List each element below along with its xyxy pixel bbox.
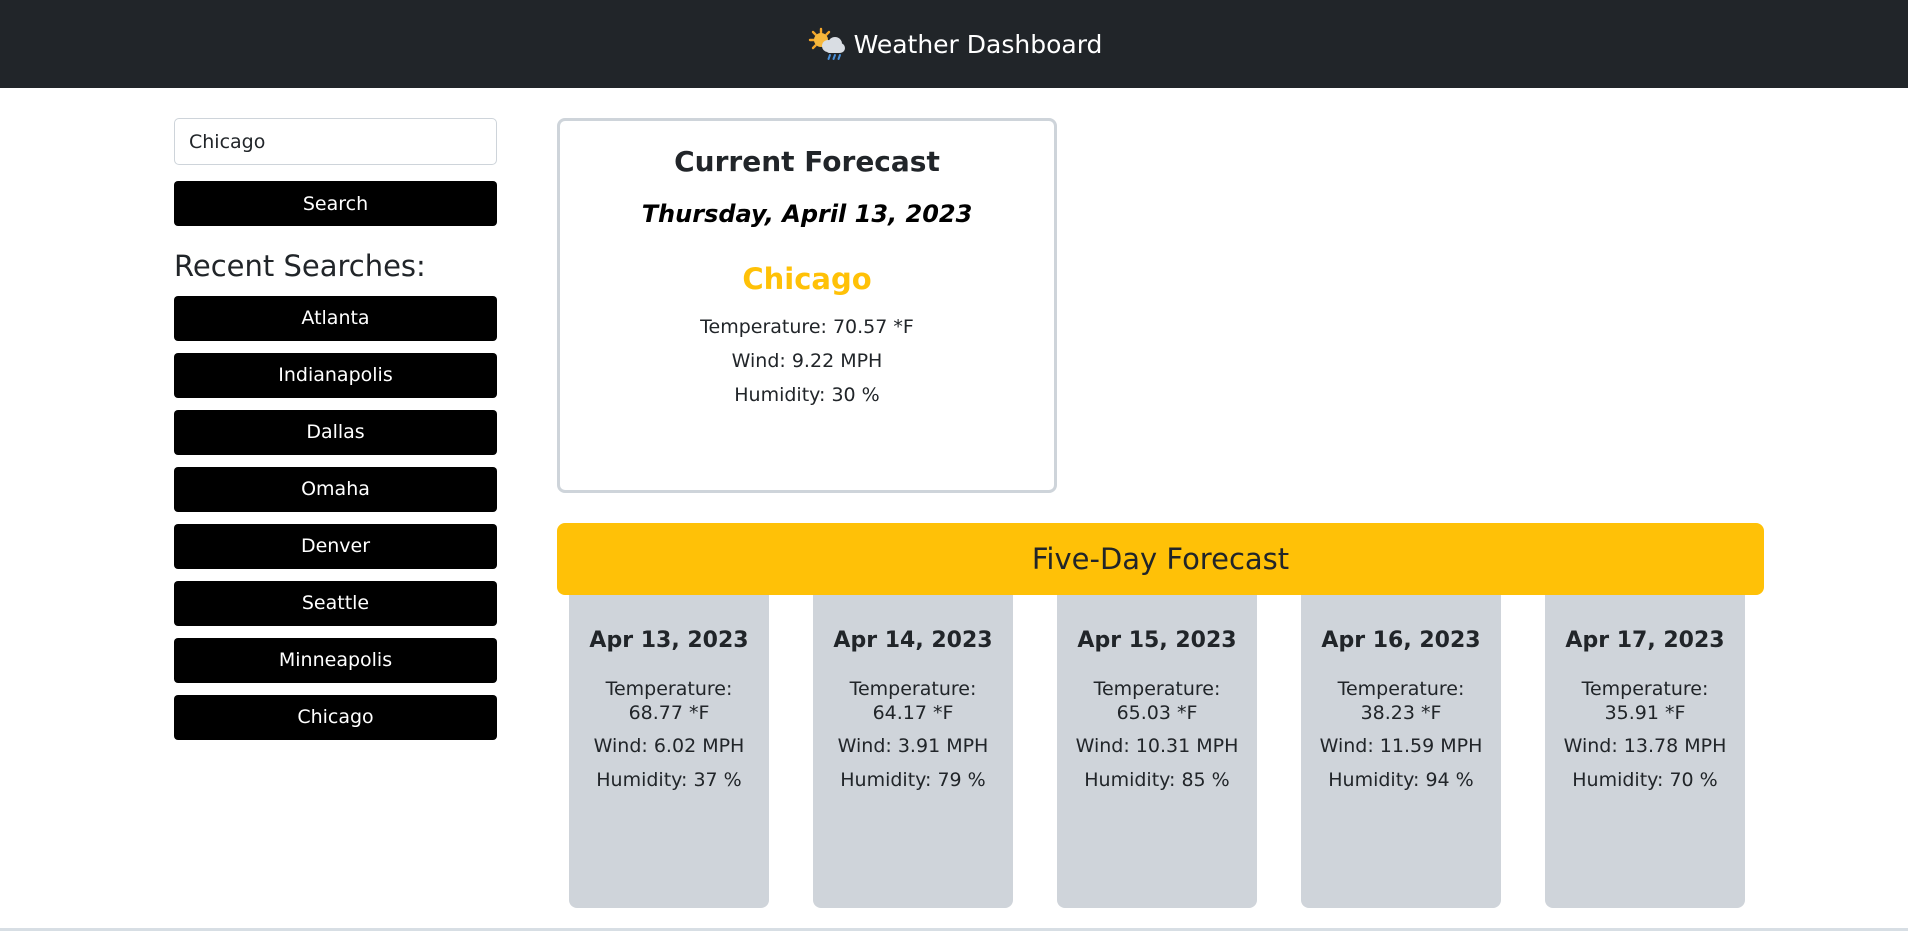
forecast-temperature-label: Temperature: (849, 678, 977, 700)
forecast-wind: Wind: 3.91 MPH (837, 735, 989, 757)
forecast-day-card: Apr 13, 2023 Temperature: 68.77 *F Wind:… (569, 595, 769, 908)
forecast-humidity: Humidity: 85 % (1084, 769, 1230, 791)
recent-searches-title: Recent Searches: (174, 249, 426, 283)
forecast-temperature: 68.77 *F (628, 702, 710, 724)
five-day-forecast-title: Five-Day Forecast (557, 523, 1764, 595)
recent-search-button[interactable]: Dallas (174, 409, 497, 455)
forecast-day-card: Apr 16, 2023 Temperature: 38.23 *F Wind:… (1301, 595, 1501, 908)
current-stats: Temperature: 70.57 *F Wind: 9.22 MPH Hum… (560, 310, 1054, 412)
current-humidity: Humidity: 30 % (734, 384, 880, 406)
current-date: Thursday, April 13, 2023 (641, 200, 973, 228)
forecast-temperature: 38.23 *F (1360, 702, 1442, 724)
forecast-wind: Wind: 10.31 MPH (1075, 735, 1239, 757)
forecast-wind: Wind: 11.59 MPH (1319, 735, 1483, 757)
forecast-wind: Wind: 13.78 MPH (1563, 735, 1727, 757)
forecast-temperature-label: Temperature: (1581, 678, 1709, 700)
recent-searches-list: Atlanta Indianapolis Dallas Omaha Denver… (174, 295, 497, 740)
forecast-day-card: Apr 17, 2023 Temperature: 35.91 *F Wind:… (1545, 595, 1745, 908)
current-wind: Wind: 9.22 MPH (731, 350, 883, 372)
forecast-stats: Wind: 3.91 MPH Humidity: 79 % (813, 729, 1013, 797)
forecast-day-card: Apr 15, 2023 Temperature: 65.03 *F Wind:… (1057, 595, 1257, 908)
forecast-temperature: 64.17 *F (872, 702, 954, 724)
brand: Weather Dashboard (806, 27, 1103, 61)
forecast-date: Apr 16, 2023 (1321, 628, 1481, 653)
navbar: Weather Dashboard (0, 0, 1908, 88)
recent-search-button[interactable]: Omaha (174, 466, 497, 512)
forecast-humidity: Humidity: 94 % (1328, 769, 1474, 791)
current-temperature: Temperature: 70.57 *F (700, 316, 914, 338)
current-city: Chicago (742, 262, 872, 296)
forecast-date: Apr 13, 2023 (589, 628, 749, 653)
forecast-temperature-label: Temperature: (1337, 678, 1465, 700)
forecast-temperature-label: Temperature: (1093, 678, 1221, 700)
forecast-stats: Wind: 11.59 MPH Humidity: 94 % (1301, 729, 1501, 797)
forecast-temperature-label: Temperature: (605, 678, 733, 700)
forecast-temperature: 65.03 *F (1116, 702, 1198, 724)
current-forecast-card: Current Forecast Thursday, April 13, 202… (557, 118, 1057, 493)
forecast-stats: Wind: 13.78 MPH Humidity: 70 % (1545, 729, 1745, 797)
forecast-wind: Wind: 6.02 MPH (593, 735, 745, 757)
forecast-date: Apr 17, 2023 (1565, 628, 1725, 653)
app-title: Weather Dashboard (853, 29, 1103, 59)
forecast-date: Apr 14, 2023 (833, 628, 993, 653)
recent-search-button[interactable]: Atlanta (174, 295, 497, 341)
recent-search-button[interactable]: Minneapolis (174, 637, 497, 683)
sun-behind-rain-cloud-icon (808, 27, 845, 60)
forecast-day-card: Apr 14, 2023 Temperature: 64.17 *F Wind:… (813, 595, 1013, 908)
forecast-stats: Wind: 10.31 MPH Humidity: 85 % (1057, 729, 1257, 797)
forecast-temperature: 35.91 *F (1604, 702, 1686, 724)
forecast-date: Apr 15, 2023 (1077, 628, 1237, 653)
forecast-humidity: Humidity: 37 % (596, 769, 742, 791)
search-button[interactable]: Search (174, 181, 497, 226)
forecast-humidity: Humidity: 79 % (840, 769, 986, 791)
city-search-input[interactable] (174, 118, 497, 165)
recent-search-button[interactable]: Indianapolis (174, 352, 497, 398)
recent-search-button[interactable]: Chicago (174, 694, 497, 740)
current-forecast-title: Current Forecast (674, 145, 940, 178)
recent-search-button[interactable]: Seattle (174, 580, 497, 626)
sidebar: Search Recent Searches: Atlanta Indianap… (174, 118, 497, 740)
recent-search-button[interactable]: Denver (174, 523, 497, 569)
forecast-stats: Wind: 6.02 MPH Humidity: 37 % (569, 729, 769, 797)
forecast-humidity: Humidity: 70 % (1572, 769, 1718, 791)
